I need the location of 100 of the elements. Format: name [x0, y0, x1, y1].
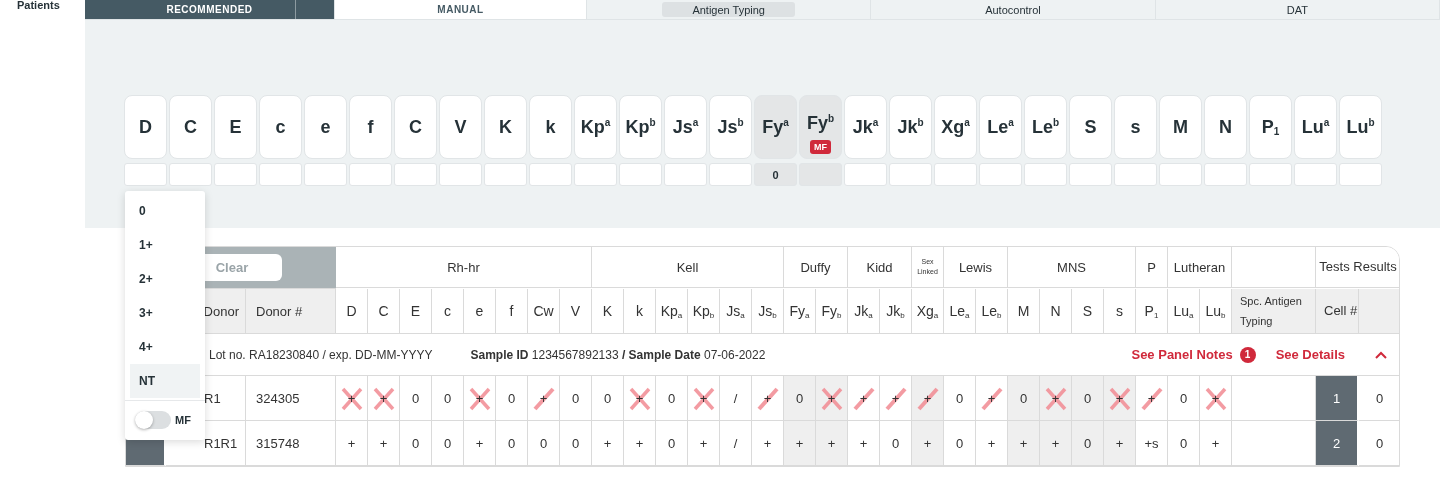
cross-mark — [820, 386, 844, 412]
antigen-tile[interactable]: Jk$^{a}$ — [844, 95, 887, 159]
details-link[interactable]: See Details — [1275, 347, 1345, 362]
result-field[interactable] — [529, 163, 572, 186]
column-header: Js$_{a}$ — [720, 289, 752, 334]
donor-number-cell: 324305 — [246, 376, 336, 421]
result-field[interactable] — [1294, 163, 1337, 186]
table-cell: + — [1200, 376, 1232, 421]
table-cell: / — [720, 376, 752, 421]
result-field[interactable] — [484, 163, 527, 186]
antigen-tile[interactable]: Le$^{a}$ — [979, 95, 1022, 159]
antigen-tile[interactable]: Lu$^{b}$ — [1339, 95, 1382, 159]
antigen-tile[interactable]: C — [394, 95, 437, 159]
antigen-tile[interactable]: Xg$^{a}$ — [934, 95, 977, 159]
strike-mark — [756, 386, 780, 412]
antigen-tile[interactable]: Js$^{b}$ — [709, 95, 752, 159]
result-field[interactable] — [1114, 163, 1157, 186]
table-cell: + — [464, 421, 496, 466]
result-field[interactable] — [214, 163, 257, 186]
step-tab[interactable]: DAT — [1256, 2, 1338, 17]
mode-tab[interactable]: MANUAL — [335, 0, 587, 19]
result-field[interactable] — [394, 163, 437, 186]
column-header: s — [1104, 289, 1136, 334]
table-cell: 0 — [496, 376, 528, 421]
antigen-tile[interactable]: Jk$^{b}$ — [889, 95, 932, 159]
result-field[interactable] — [304, 163, 347, 186]
antigen-tile[interactable]: c — [259, 95, 302, 159]
result-field[interactable] — [1069, 163, 1112, 186]
dropdown-option[interactable]: NT — [130, 364, 200, 398]
result-field[interactable] — [439, 163, 482, 186]
table-cell: + — [624, 376, 656, 421]
mf-toggle[interactable] — [135, 411, 171, 429]
cross-mark — [1044, 386, 1068, 412]
antigen-tile[interactable]: Kp$^{b}$ — [619, 95, 662, 159]
cross-mark — [1204, 386, 1228, 412]
result-field[interactable] — [1249, 163, 1292, 186]
antigen-tile[interactable]: Js$^{a}$ — [664, 95, 707, 159]
chevron-icon[interactable] — [1375, 350, 1387, 359]
column-header: Le$_{b}$ — [976, 289, 1008, 334]
mode-tab[interactable]: RECOMMENDED — [85, 0, 335, 19]
result-field[interactable] — [1204, 163, 1247, 186]
antigen-tile[interactable]: N — [1204, 95, 1247, 159]
antigen-tile[interactable]: P$_{1}$ — [1249, 95, 1292, 159]
step-tab[interactable]: Autocontrol — [955, 2, 1071, 17]
antigen-tile[interactable]: K — [484, 95, 527, 159]
dropdown-option[interactable]: 0 — [130, 194, 200, 228]
column-header: f — [496, 289, 528, 334]
result-field[interactable] — [889, 163, 932, 186]
antigen-tile[interactable]: D — [124, 95, 167, 159]
mf-badge: MF — [810, 140, 831, 154]
result-field[interactable] — [1339, 163, 1382, 186]
antigen-tile[interactable]: V — [439, 95, 482, 159]
antigen-tile[interactable]: Kp$^{a}$ — [574, 95, 617, 159]
antigen-tile[interactable]: Fy$^{a}$ — [754, 95, 797, 159]
table-cell: + — [848, 376, 880, 421]
sidebar-item[interactable]: Patients — [0, 0, 85, 11]
step-tab[interactable]: Antigen Typing — [662, 2, 795, 17]
result-field[interactable] — [124, 163, 167, 186]
strike-mark — [884, 386, 908, 412]
result-field[interactable] — [709, 163, 752, 186]
table-cell: + — [592, 421, 624, 466]
antigen-tile[interactable]: k — [529, 95, 572, 159]
antigen-tile[interactable]: Le$^{b}$ — [1024, 95, 1067, 159]
antigen-tile[interactable]: S — [1069, 95, 1112, 159]
result-field[interactable] — [349, 163, 392, 186]
antigen-tile[interactable]: Fy$^{b}$ MF — [799, 95, 842, 159]
antigen-tile[interactable]: f — [349, 95, 392, 159]
antigen-tile[interactable]: E — [214, 95, 257, 159]
table-cell: 0 — [528, 421, 560, 466]
antigen-tile[interactable]: M — [1159, 95, 1202, 159]
dropdown-option[interactable]: 3+ — [130, 296, 200, 330]
column-header: M — [1008, 289, 1040, 334]
result-field[interactable] — [259, 163, 302, 186]
result-field[interactable] — [619, 163, 662, 186]
table-cell: 0 — [656, 376, 688, 421]
result-field[interactable] — [979, 163, 1022, 186]
antigen-tile[interactable]: s — [1114, 95, 1157, 159]
result-field[interactable]: 0 — [754, 163, 797, 186]
group-header: Lewis — [944, 247, 1008, 288]
result-field[interactable] — [574, 163, 617, 186]
group-header: MNS — [1008, 247, 1136, 288]
antigen-tile[interactable]: Lu$^{a}$ — [1294, 95, 1337, 159]
result-field[interactable] — [664, 163, 707, 186]
result-field[interactable] — [169, 163, 212, 186]
antigen-tile[interactable]: C — [169, 95, 212, 159]
strike-mark — [980, 386, 1004, 412]
table-cell: 0 — [432, 421, 464, 466]
result-field[interactable] — [1159, 163, 1202, 186]
group-header: Kidd — [848, 247, 912, 288]
antigen-tile[interactable]: e — [304, 95, 347, 159]
table-cell: 0 — [400, 421, 432, 466]
table-cell: + — [880, 376, 912, 421]
table-cell: + — [816, 376, 848, 421]
result-field[interactable] — [1024, 163, 1067, 186]
lot-text: Lot no. RA18230840 / exp. DD-MM-YYYY — [209, 347, 433, 362]
result-field[interactable] — [844, 163, 887, 186]
panel-notes-link[interactable]: See Panel Notes — [1131, 347, 1233, 362]
cross-mark — [628, 386, 652, 412]
result-field[interactable] — [934, 163, 977, 186]
donor-number-cell: 315748 — [246, 421, 336, 466]
